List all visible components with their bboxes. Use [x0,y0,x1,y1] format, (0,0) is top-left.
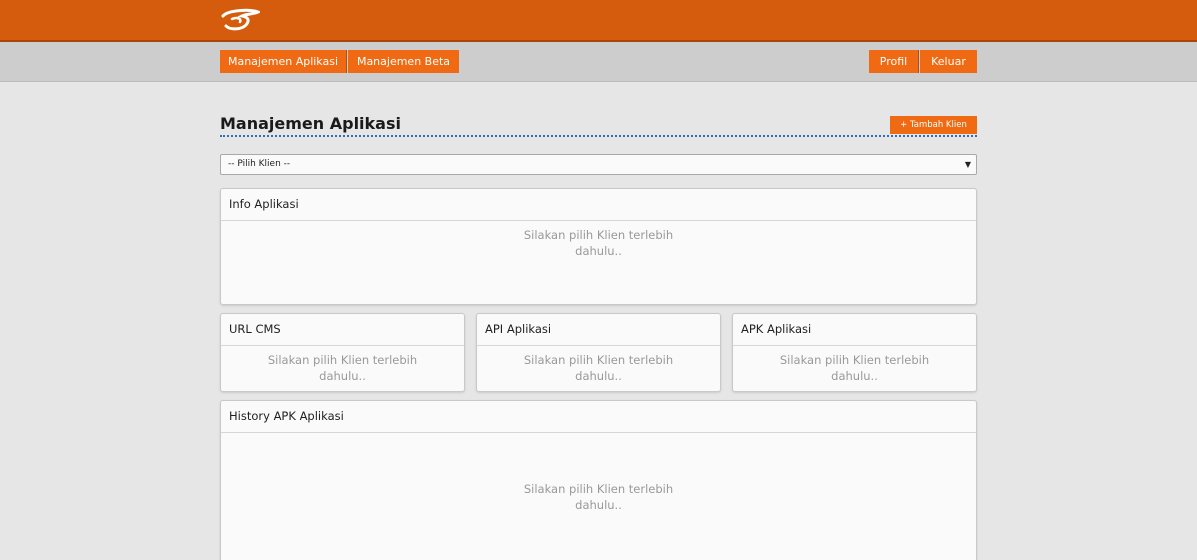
client-select[interactable]: -- Pilih Klien -- ▼ [220,154,977,175]
main-navbar: Manajemen Aplikasi Manajemen Beta Profil… [0,42,1197,82]
page-title: Manajemen Aplikasi [220,114,401,133]
panel-title: URL CMS [221,314,464,346]
api-aplikasi-panel: API Aplikasi Silakan pilih Klien terlebi… [476,313,721,392]
panel-empty-message: Silakan pilih Klien terlebih dahulu.. [779,353,930,383]
history-apk-panel: History APK Aplikasi Silakan pilih Klien… [220,400,977,560]
panel-title: APK Aplikasi [733,314,976,346]
nav-manajemen-beta[interactable]: Manajemen Beta [348,50,459,73]
panel-empty-message: Silakan pilih Klien terlebih dahulu.. [523,482,674,512]
url-cms-panel: URL CMS Silakan pilih Klien terlebih dah… [220,313,465,392]
nav-manajemen-aplikasi[interactable]: Manajemen Aplikasi [220,50,347,73]
panel-title: History APK Aplikasi [221,401,976,433]
panel-title: API Aplikasi [477,314,720,346]
nav-profil[interactable]: Profil [869,50,919,73]
panel-empty-message: Silakan pilih Klien terlebih dahulu.. [523,353,674,383]
brand-logo-icon[interactable] [220,8,260,32]
panel-empty-message: Silakan pilih Klien terlebih dahulu.. [267,353,418,383]
nav-keluar[interactable]: Keluar [920,50,977,73]
add-client-button[interactable]: + Tambah Klien [890,116,977,134]
dropdown-arrow-icon: ▼ [964,160,971,169]
panel-title: Info Aplikasi [221,189,976,221]
info-aplikasi-panel: Info Aplikasi Silakan pilih Klien terleb… [220,188,977,305]
title-divider [220,135,977,137]
client-select-value: -- Pilih Klien -- [228,159,291,169]
panel-empty-message: Silakan pilih Klien terlebih dahulu.. [523,228,674,258]
top-header [0,0,1197,42]
apk-aplikasi-panel: APK Aplikasi Silakan pilih Klien terlebi… [732,313,977,392]
